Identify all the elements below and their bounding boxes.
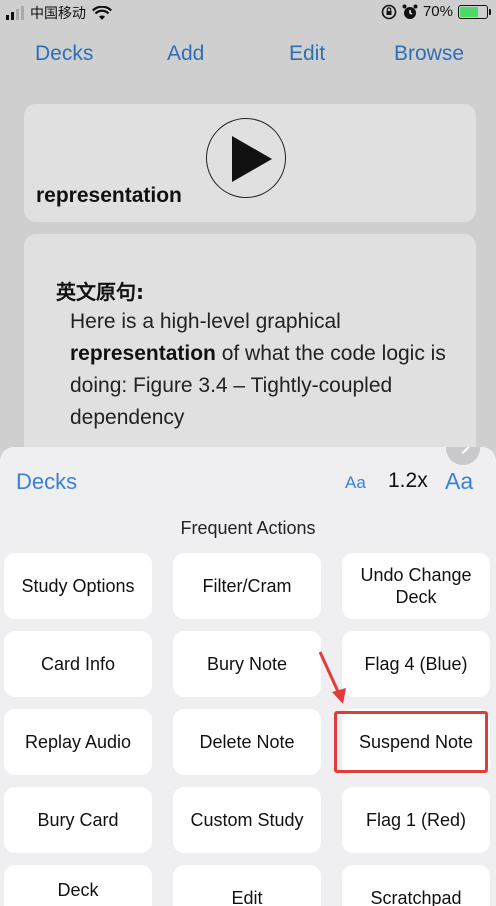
battery-icon: [458, 4, 491, 19]
card-word: representation: [36, 184, 182, 207]
flag-1-red-button[interactable]: Flag 1 (Red): [342, 787, 490, 853]
next-icon[interactable]: [446, 447, 480, 465]
orientation-lock-icon: [381, 4, 397, 19]
play-audio-icon[interactable]: [206, 118, 286, 198]
nav-decks-button[interactable]: Decks: [35, 42, 93, 66]
filter-cram-button[interactable]: Filter/Cram: [173, 553, 321, 619]
annotation-arrow-icon: [318, 651, 346, 704]
alarm-icon: [402, 4, 418, 19]
example-sentence-label: 英文原句:: [56, 280, 144, 304]
wifi-icon: [92, 5, 112, 20]
increase-font-button[interactable]: Aa: [445, 468, 473, 495]
custom-study-button[interactable]: Custom Study: [173, 787, 321, 853]
bury-note-button[interactable]: Bury Note: [173, 631, 321, 697]
replay-audio-button[interactable]: Replay Audio: [4, 709, 152, 775]
deck-button[interactable]: Deck: [4, 865, 152, 906]
battery-percent: 70%: [422, 3, 453, 20]
decrease-font-button[interactable]: Aa: [345, 473, 366, 493]
delete-note-button[interactable]: Delete Note: [173, 709, 321, 775]
zoom-level: 1.2x: [388, 469, 428, 492]
nav-bar: Decks Add Edit Browse: [0, 30, 496, 80]
section-title: Frequent Actions: [180, 518, 316, 538]
nav-edit-button[interactable]: Edit: [289, 42, 325, 66]
sheet-decks-button[interactable]: Decks: [16, 469, 77, 495]
example-sentence: Here is a high-level graphical represent…: [70, 306, 470, 434]
card-back: 英文原句: Here is a high-level graphical rep…: [24, 234, 476, 474]
status-bar: 中国移动 70%: [0, 0, 496, 24]
nav-browse-button[interactable]: Browse: [394, 42, 464, 66]
carrier-name: 中国移动: [30, 6, 86, 22]
card-info-button[interactable]: Card Info: [4, 631, 152, 697]
card-front: representation: [24, 104, 476, 222]
scratchpad-button[interactable]: Scratchpad: [342, 865, 490, 906]
edit-button[interactable]: Edit: [173, 865, 321, 906]
undo-change-deck-button[interactable]: Undo Change Deck: [342, 553, 490, 619]
highlight-box: [334, 711, 488, 773]
flag-4-blue-button[interactable]: Flag 4 (Blue): [342, 631, 490, 697]
nav-add-button[interactable]: Add: [167, 42, 204, 66]
signal-icon: [6, 6, 24, 20]
study-options-button[interactable]: Study Options: [4, 553, 152, 619]
bury-card-button[interactable]: Bury Card: [4, 787, 152, 853]
sentence-text-before: Here is a high-level graphical: [70, 310, 341, 333]
sentence-keyword: representation: [70, 342, 216, 365]
